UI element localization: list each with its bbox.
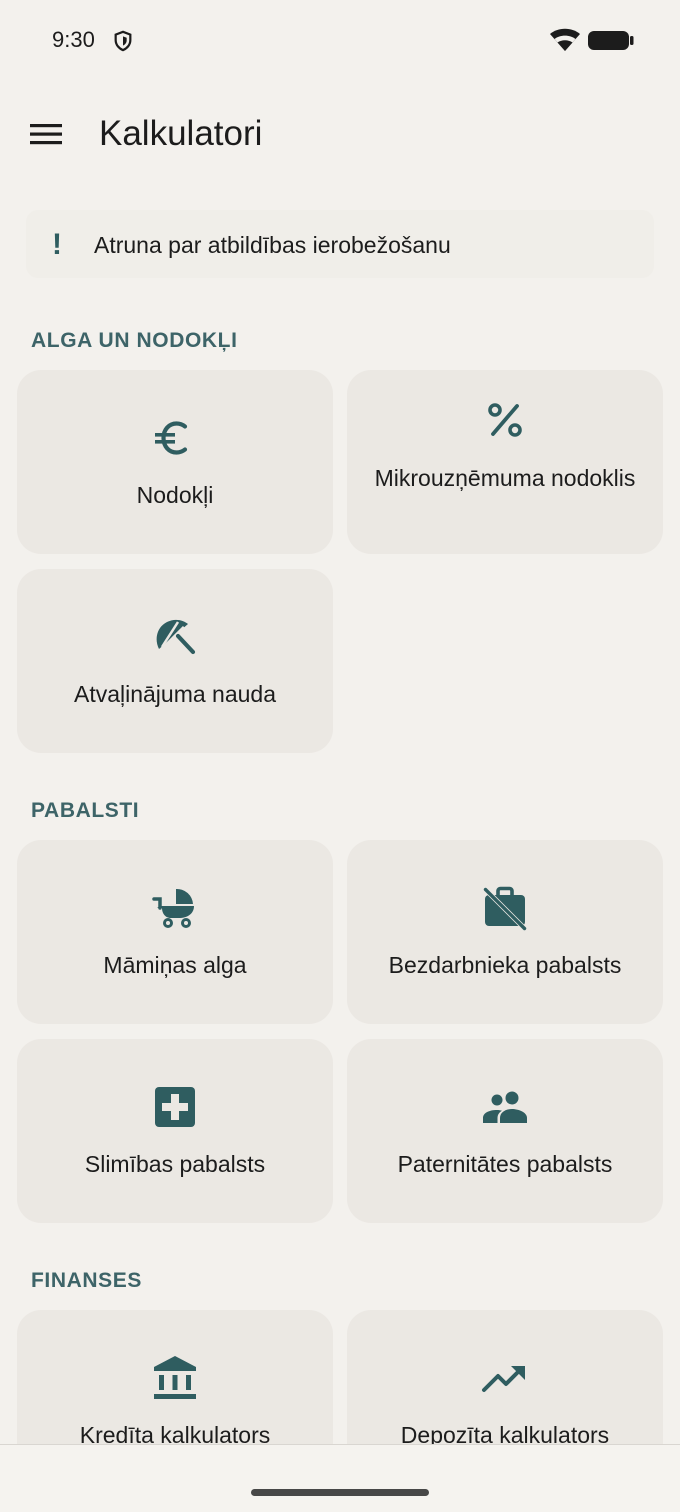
wifi-icon: [550, 28, 580, 51]
disclaimer-item[interactable]: ! Atruna par atbildības ierobežošanu: [26, 210, 654, 278]
status-bar: 9:30: [0, 0, 680, 80]
card-sickness-benefit[interactable]: Slimības pabalsts: [17, 1039, 333, 1223]
beach-umbrella-icon: [156, 619, 196, 655]
navigation-bar: [0, 1444, 680, 1512]
section-title-benefits: PABALSTI: [31, 799, 140, 822]
card-label: Bezdarbnieka pabalsts: [388, 952, 622, 978]
percent-icon: [488, 403, 522, 437]
page-title: Kalkulatori: [99, 114, 263, 153]
home-indicator[interactable]: [251, 1489, 429, 1496]
medical-cross-icon: [155, 1087, 195, 1127]
shield-icon: [114, 30, 132, 52]
euro-icon: [155, 421, 188, 455]
card-label: Nodokļi: [136, 482, 214, 508]
trending-up-icon: [482, 1366, 525, 1392]
bank-icon: [154, 1356, 196, 1399]
stroller-icon: [152, 888, 194, 928]
card-microenterprise-tax[interactable]: Mikrouzņēmuma nodoklis: [347, 370, 663, 554]
card-label: Slimības pabalsts: [84, 1151, 266, 1177]
section-title-salary: ALGA UN NODOKĻI: [31, 329, 238, 352]
card-taxes[interactable]: Nodokļi: [17, 370, 333, 554]
app-bar: Kalkulatori: [0, 84, 680, 184]
card-label: Mikrouzņēmuma nodoklis: [374, 465, 636, 491]
card-label: Māmiņas alga: [103, 952, 247, 978]
card-label: Atvaļinājuma nauda: [73, 681, 277, 707]
status-time: 9:30: [52, 27, 95, 52]
card-unemployment-benefit[interactable]: Bezdarbnieka pabalsts: [347, 840, 663, 1024]
section-title-finance: FINANSES: [31, 1269, 142, 1292]
card-paternity-benefit[interactable]: Paternitātes pabalsts: [347, 1039, 663, 1223]
card-maternity-pay[interactable]: Māmiņas alga: [17, 840, 333, 1024]
disclaimer-label: Atruna par atbildības ierobežošanu: [94, 232, 451, 258]
exclamation-icon: !: [52, 228, 62, 261]
work-off-icon: [482, 886, 528, 932]
people-icon: [483, 1091, 527, 1123]
battery-icon: [588, 31, 634, 50]
card-vacation-pay[interactable]: Atvaļinājuma nauda: [17, 569, 333, 753]
menu-icon[interactable]: [26, 117, 66, 151]
card-label: Paternitātes pabalsts: [397, 1151, 613, 1177]
